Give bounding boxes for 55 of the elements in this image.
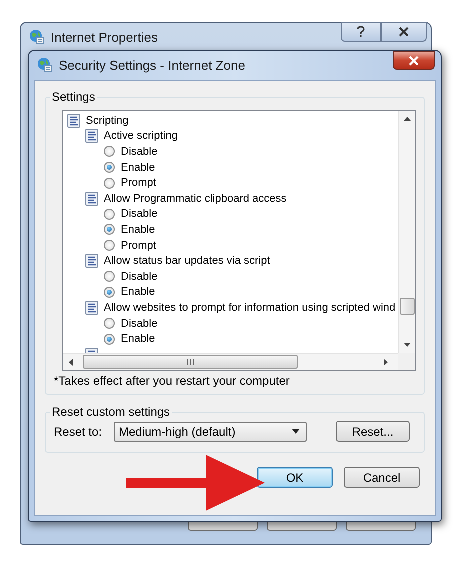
settings-scroll-icon [84,300,100,316]
setting-label: Active scripting [104,130,178,142]
radio-option[interactable]: Prompt [63,175,398,191]
close-icon [408,56,420,66]
radio-button[interactable] [104,146,115,158]
radio-option[interactable]: Prompt [63,238,398,254]
radio-option[interactable]: Enable [63,160,398,176]
scroll-thumb[interactable] [83,355,298,369]
radio-option[interactable]: Enable [63,284,398,300]
radio-option[interactable]: Disable [63,268,398,285]
close-button[interactable] [393,51,435,70]
settings-scroll-icon [84,190,100,207]
radio-button[interactable] [104,334,115,345]
scroll-thumb[interactable] [400,298,414,315]
radio-button[interactable] [104,240,115,252]
radio-button[interactable] [104,208,115,220]
scrollbar-corner [398,353,415,370]
category-label: Scripting [86,114,129,127]
restart-note: *Takes effect after you restart your computer [54,374,291,388]
settings-scroll-icon [84,253,100,270]
group-label: Settings [51,90,96,104]
question-icon [356,26,366,38]
reset-button[interactable]: Reset... [336,421,410,442]
dialog-button[interactable]: Cancel [344,467,420,488]
settings-scroll-icon [66,112,82,129]
radio-option[interactable]: Enable [63,331,398,347]
radio-option[interactable]: Disable [63,316,398,332]
dropdown-arrow-icon [292,429,300,434]
dialog-button[interactable]: OK [257,467,333,488]
radio-option[interactable]: Disable [63,206,398,222]
reset-to-label: Reset to: [54,424,104,438]
radio-option[interactable]: Enable [63,222,398,238]
group-label: Reset custom settings [51,405,172,419]
settings-list[interactable] [62,110,416,371]
setting-label: Allow Programmatic clipboard access [104,192,287,205]
radio-button[interactable] [104,271,115,282]
radio-button[interactable] [104,224,115,236]
globe-icon [37,57,53,73]
level-dropdown[interactable]: Medium-high (default) [114,422,307,442]
radio-button[interactable] [104,286,115,298]
setting-label: Allow websites to prompt for information using scripted wind [104,302,396,314]
window-title: Internet Properties [51,30,158,44]
setting-label: Allow status bar updates via script [104,255,270,268]
close-icon [398,27,410,37]
vertical-scrollbar[interactable] [398,111,415,353]
radio-option[interactable]: Disable [63,144,398,160]
close-button[interactable] [381,22,427,42]
dialog-title: Security Settings - Internet Zone [59,58,246,72]
help-button[interactable] [341,22,381,42]
radio-button[interactable] [104,162,115,174]
horizontal-scrollbar[interactable] [63,353,398,370]
globe-icon [29,29,45,45]
radio-button[interactable] [104,178,115,189]
settings-scroll-icon [84,128,100,144]
radio-button[interactable] [104,318,115,330]
